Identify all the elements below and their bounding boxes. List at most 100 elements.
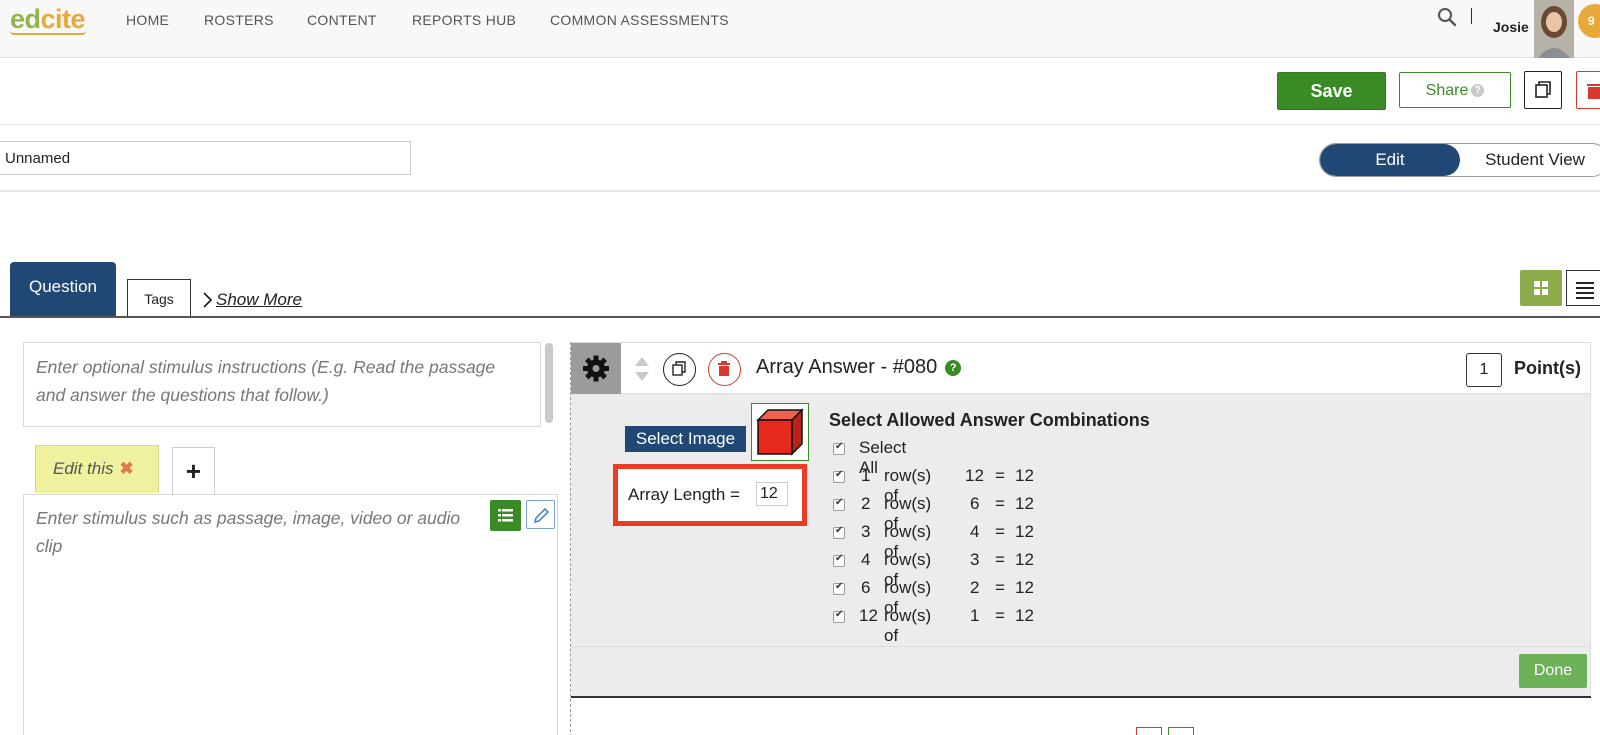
stimulus-edit-button[interactable]: [526, 500, 555, 529]
combo-cols-count: 6: [970, 494, 980, 513]
nav-divider: [1471, 8, 1472, 24]
copy-icon: [1535, 81, 1551, 98]
avatar-image: [1534, 0, 1574, 58]
combination-checkbox[interactable]: [833, 581, 845, 595]
add-stimulus-tab-button[interactable]: +: [172, 447, 215, 494]
combination-checkbox[interactable]: [833, 525, 845, 539]
combinations-title: Select Allowed Answer Combinations: [829, 410, 1150, 430]
combo-cols-count: 12: [965, 466, 984, 485]
pencil-icon: [533, 507, 550, 524]
combo-equals: =: [995, 578, 1005, 597]
array-length-label: Array Length =: [628, 485, 740, 504]
nav-content[interactable]: CONTENT: [307, 12, 377, 28]
search-icon[interactable]: [1436, 6, 1458, 28]
combo-total: 12: [1015, 578, 1034, 597]
grid-view-button[interactable]: [1520, 270, 1562, 306]
nav-home[interactable]: HOME: [126, 12, 169, 28]
combo-equals: =: [995, 606, 1005, 625]
combo-rows-count: 1: [861, 466, 871, 485]
view-toggle: Edit Student View: [1319, 143, 1600, 177]
combo-total: 12: [1015, 466, 1034, 485]
combo-cols-count: 2: [970, 578, 980, 597]
edit-view-button[interactable]: Edit: [1320, 144, 1460, 176]
combo-equals: =: [995, 466, 1005, 485]
points-input[interactable]: 1: [1466, 353, 1502, 387]
combo-rows-count: 2: [861, 494, 871, 513]
assessment-name-input[interactable]: [0, 141, 411, 175]
select-all-checkbox[interactable]: [833, 441, 845, 455]
show-more-link[interactable]: Show More: [216, 290, 302, 310]
list-view-button[interactable]: [1566, 270, 1600, 306]
question-settings-button[interactable]: [571, 343, 621, 394]
student-view-button[interactable]: Student View: [1460, 144, 1600, 176]
combo-rows-count: 4: [861, 550, 871, 569]
points-label: Point(s): [1514, 358, 1581, 378]
combo-rows-count: 6: [861, 578, 871, 597]
nav-rosters[interactable]: ROSTERS: [204, 12, 274, 28]
question-panel: Array Answer - #080? 1 Point(s) Select I…: [570, 342, 1591, 735]
share-button[interactable]: Share?: [1399, 72, 1511, 108]
combo-cols-count: 4: [970, 522, 980, 541]
stimulus-instructions-input[interactable]: Enter optional stimulus instructions (E.…: [23, 342, 541, 427]
combination-checkbox[interactable]: [833, 609, 845, 623]
array-length-input[interactable]: 12: [756, 482, 788, 506]
move-arrows-icon[interactable]: [633, 355, 651, 383]
trash-icon: [718, 361, 730, 376]
tab-bar-line: [0, 316, 1600, 318]
delete-question-button[interactable]: [708, 353, 741, 386]
stimulus-tab-edit-this[interactable]: Edit this ✖: [35, 445, 159, 493]
avatar[interactable]: [1534, 0, 1574, 58]
logo-text-cite: cite: [40, 4, 86, 34]
delete-assessment-button[interactable]: [1576, 71, 1600, 109]
close-icon[interactable]: ✖: [119, 459, 133, 478]
tab-tags[interactable]: Tags: [127, 279, 191, 317]
array-length-highlight: Array Length = 12: [613, 464, 807, 526]
stimulus-editor[interactable]: Enter stimulus such as passage, image, v…: [23, 494, 558, 735]
nav-common-assessments[interactable]: COMMON ASSESSMENTS: [550, 12, 729, 28]
combination-checkbox[interactable]: [833, 469, 845, 483]
combo-rows-count: 3: [861, 522, 871, 541]
combo-equals: =: [995, 494, 1005, 513]
combination-checkbox[interactable]: [833, 553, 845, 567]
combination-checkbox[interactable]: [833, 497, 845, 511]
list-icon: [498, 509, 513, 522]
combo-equals: =: [995, 522, 1005, 541]
delete-option-button[interactable]: [1136, 727, 1162, 735]
save-button[interactable]: Save: [1277, 72, 1386, 110]
cube-icon: [756, 408, 804, 456]
combo-total: 12: [1015, 550, 1034, 569]
list-icon: [1576, 282, 1594, 299]
help-icon[interactable]: ?: [945, 360, 962, 376]
share-help-icon: ?: [1471, 84, 1485, 97]
logo-text-ed: ed: [10, 4, 41, 34]
body-divider: [571, 646, 1591, 647]
duplicate-question-button[interactable]: [663, 353, 696, 386]
gear-icon: [583, 355, 609, 382]
copy-icon: [672, 361, 686, 376]
combo-total: 12: [1015, 522, 1034, 541]
stimulus-list-button[interactable]: [490, 500, 521, 531]
duplicate-button[interactable]: [1524, 71, 1562, 109]
combo-equals: =: [995, 550, 1005, 569]
chevron-right-icon: [203, 292, 213, 308]
select-image-button[interactable]: Select Image: [625, 426, 746, 452]
nav-reports-hub[interactable]: REPORTS HUB: [412, 12, 516, 28]
question-header: Array Answer - #080? 1 Point(s): [571, 342, 1591, 394]
trash-icon: [1587, 84, 1600, 99]
tab-question[interactable]: Question: [10, 262, 116, 317]
done-button[interactable]: Done: [1519, 654, 1587, 688]
question-title: Array Answer - #080?: [756, 356, 962, 379]
notification-badge[interactable]: 9: [1578, 4, 1600, 38]
combo-cols-count: 3: [970, 550, 980, 569]
cube-image[interactable]: [751, 403, 809, 461]
action-bar: Save Share?: [0, 58, 1600, 125]
stimulus-tab-label: Edit this: [53, 459, 114, 478]
scrollbar[interactable]: [545, 343, 553, 423]
add-option-button[interactable]: [1168, 727, 1194, 735]
stimulus-placeholder: Enter stimulus such as passage, image, v…: [36, 508, 461, 556]
question-title-text: Array Answer - #080: [756, 356, 938, 378]
question-body: Select Image Array Length = 12 Select Al…: [571, 394, 1591, 696]
question-footer-line: [571, 696, 1591, 698]
user-name[interactable]: Josie: [1493, 19, 1529, 35]
logo-swoosh: [10, 31, 86, 35]
